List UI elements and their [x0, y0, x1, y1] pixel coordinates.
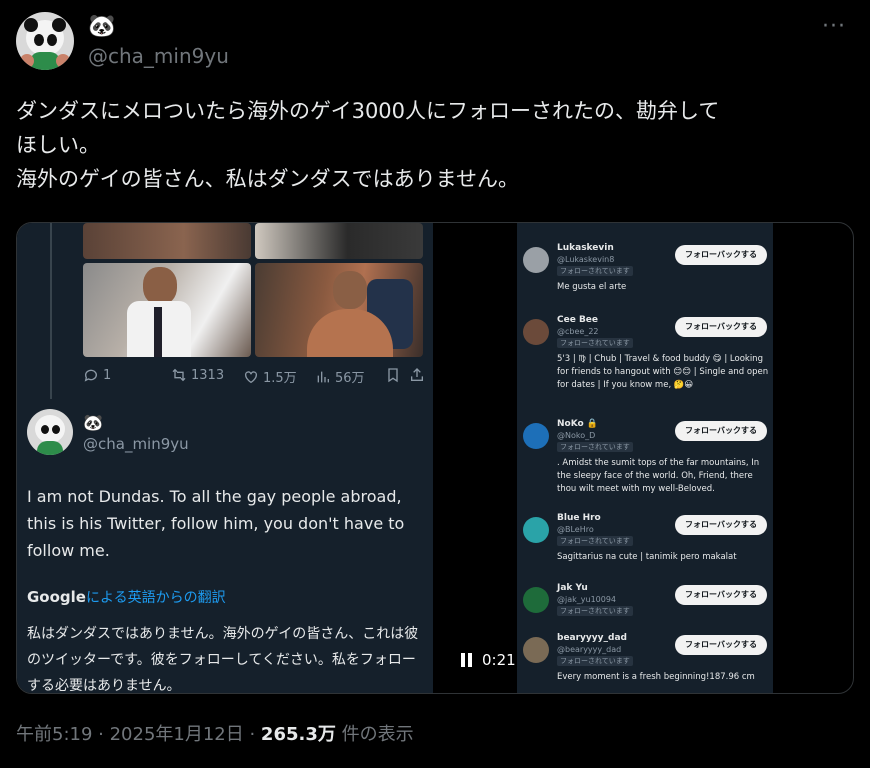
photo-thumbnail: [83, 223, 251, 259]
views-chart-icon: [317, 371, 329, 382]
tie: [154, 307, 162, 357]
follows-you-badge: フォローされています: [557, 338, 633, 348]
video-controls[interactable]: 0:21: [461, 651, 516, 669]
video-card[interactable]: 1 1313 1.5万 56万 🐼 @cha_min9yu I am not D…: [16, 222, 854, 694]
follower-handle: @bearyyyy_dad: [557, 645, 622, 654]
follow-back-button[interactable]: フォローバックする: [675, 421, 767, 441]
quoted-author-avatar[interactable]: [27, 409, 73, 455]
follower-avatar[interactable]: [523, 587, 549, 613]
tweet-line: 海外のゲイの皆さん、私はダンダスではありません。: [16, 167, 519, 191]
author-avatar[interactable]: [16, 12, 74, 70]
author-handle[interactable]: @cha_min9yu: [88, 44, 229, 68]
quoted-actions: 1 1313 1.5万 56万: [83, 367, 423, 387]
follow-back-button[interactable]: フォローバックする: [675, 635, 767, 655]
panda-eye: [52, 425, 60, 434]
quoted-text: I am not Dundas. To all the gay people a…: [27, 487, 405, 560]
author-display-name[interactable]: 🐼: [88, 14, 115, 39]
translation-label: による英語からの翻訳: [85, 590, 226, 606]
follow-back-button[interactable]: フォローバックする: [675, 317, 767, 337]
follower-bio: Every moment is a fresh beginning!187.96…: [557, 672, 755, 682]
hand: [20, 54, 34, 68]
panda-eye: [34, 34, 44, 46]
google-logo: Google: [27, 588, 86, 606]
views-count: 56万: [335, 371, 365, 386]
retweet-icon: [172, 368, 186, 382]
person-head: [333, 271, 367, 309]
follows-you-badge: フォローされています: [557, 606, 633, 616]
follower-handle: @Noko_D: [557, 431, 596, 440]
follower-handle: @BLeHro: [557, 525, 594, 534]
like-count: 1.5万: [263, 371, 297, 386]
panda-face: [35, 415, 65, 443]
follow-back-button[interactable]: フォローバックする: [675, 515, 767, 535]
follower-handle: @Lukaskevin8: [557, 255, 615, 264]
photo-thumbnail: [255, 223, 423, 259]
video-time: 0:21: [482, 651, 516, 669]
post-time[interactable]: 午前5:19 · 2025年1月12日 ·: [16, 724, 261, 745]
share-action[interactable]: [409, 367, 425, 383]
follower-bio: Me gusta el arte: [557, 282, 627, 292]
follows-you-badge: フォローされています: [557, 442, 633, 452]
follow-back-button[interactable]: フォローバックする: [675, 245, 767, 265]
follower-name[interactable]: Blue Hro: [557, 513, 601, 523]
follower-handle: @jak_yu10094: [557, 595, 617, 604]
thread-line: [50, 223, 52, 399]
follows-you-badge: フォローされています: [557, 656, 633, 666]
follower-bio: Sagittarius na cute | tanimik pero makal…: [557, 552, 737, 562]
pause-icon[interactable]: [461, 653, 472, 667]
tweet-text: ダンダスにメロついたら海外のゲイ3000人にフォローされたの、勘弁して ほしい。…: [16, 94, 856, 196]
tweet-meta: 午前5:19 · 2025年1月12日 · 265.3万 件の表示: [16, 720, 414, 746]
tweet-line: ダンダスにメロついたら海外のゲイ3000人にフォローされたの、勘弁して: [16, 99, 720, 123]
follower-avatar[interactable]: [523, 517, 549, 543]
follower-name[interactable]: NoKo 🔒: [557, 419, 598, 429]
panda-eye: [41, 425, 49, 434]
like-action[interactable]: 1.5万: [243, 367, 297, 386]
retweet-count: 1313: [191, 367, 225, 383]
quoted-handle[interactable]: @cha_min9yu: [83, 435, 189, 453]
follower-avatar[interactable]: [523, 247, 549, 273]
follower-bio: 5'3 | ♍ | Chub | Travel & food buddy 😋 |…: [557, 354, 769, 390]
panda-ear: [24, 18, 38, 32]
follower-avatar[interactable]: [523, 637, 549, 663]
bookmark-icon: [388, 368, 398, 383]
follower-avatar[interactable]: [523, 423, 549, 449]
quoted-display-name[interactable]: 🐼: [83, 413, 103, 432]
more-options-icon[interactable]: ···: [822, 14, 846, 39]
panda-face: [24, 18, 66, 56]
follower-name[interactable]: Lukaskevin: [557, 243, 614, 253]
follows-you-badge: フォローされています: [557, 536, 633, 546]
follower-bio: . Amidst the sumit tops of the far mount…: [557, 458, 760, 494]
follower-name[interactable]: Cee Bee: [557, 315, 598, 325]
reply-icon: [84, 369, 97, 382]
heart-icon: [245, 370, 257, 383]
panda-ear: [52, 18, 66, 32]
tweet-line: ほしい。: [16, 133, 100, 157]
bookmark-action[interactable]: [385, 367, 401, 383]
view-count: 265.3万: [260, 724, 336, 745]
follower-avatar[interactable]: [523, 319, 549, 345]
panda-eye: [47, 34, 57, 46]
translation-attribution[interactable]: Googleによる英語からの翻訳: [27, 587, 226, 607]
reply-count: 1: [103, 367, 112, 383]
views-label: 件の表示: [335, 724, 414, 745]
panda-body: [37, 441, 63, 455]
follower-name[interactable]: bearyyyy_dad: [557, 633, 627, 643]
translated-text: 私はダンダスではありません。海外のゲイの皆さん、これは彼のツイッターです。彼をフ…: [27, 626, 419, 694]
video-left-pane: 1 1313 1.5万 56万 🐼 @cha_min9yu I am not D…: [17, 223, 433, 694]
retweet-action[interactable]: 1313: [171, 367, 224, 383]
follow-back-button[interactable]: フォローバックする: [675, 585, 767, 605]
share-icon: [411, 368, 423, 381]
follows-you-badge: フォローされています: [557, 266, 633, 276]
follower-handle: @cbee_22: [557, 327, 599, 336]
follower-list: Lukaskevin @Lukaskevin8 フォローされています Me gusta…: [517, 223, 773, 693]
follower-name[interactable]: Jak Yu: [557, 583, 588, 593]
views-action[interactable]: 56万: [315, 367, 365, 386]
hand: [56, 54, 70, 68]
person-head: [143, 267, 177, 305]
reply-action[interactable]: 1: [83, 367, 111, 383]
